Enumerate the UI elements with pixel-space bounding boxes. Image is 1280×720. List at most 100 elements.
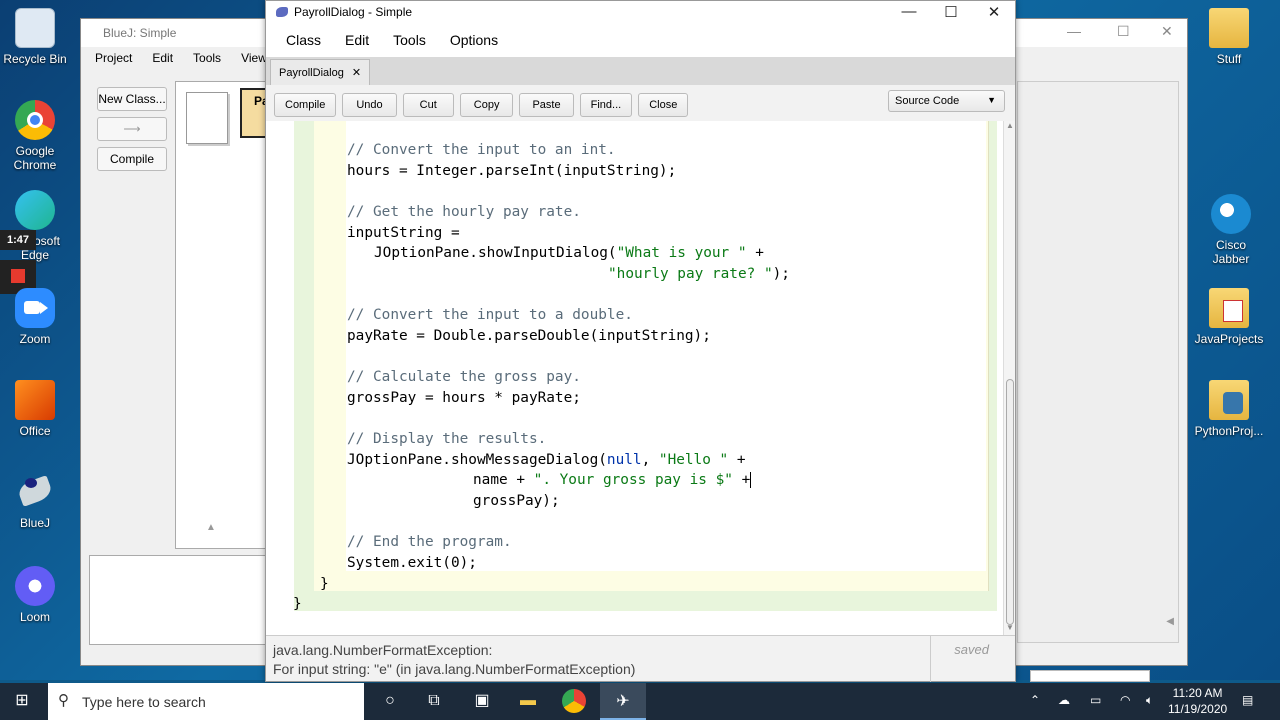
office-icon [15, 380, 55, 420]
bluej-taskbar-icon[interactable]: ✈ [600, 683, 646, 720]
paste-button[interactable]: Paste [519, 93, 574, 117]
tab-payrolldialog[interactable]: PayrollDialog ✕ [270, 59, 371, 85]
code-line: // Get the hourly pay rate. [347, 204, 581, 220]
code-line: // Convert the input to an int. [347, 142, 616, 158]
battery-icon[interactable]: ▭ [1090, 693, 1101, 707]
close-icon[interactable]: ✕ [1161, 23, 1173, 40]
desktop-icon-edge[interactable]: osoft Edge [0, 190, 70, 262]
cut-button[interactable]: Cut [402, 93, 454, 117]
editor-minimize-icon[interactable]: — [894, 3, 924, 20]
desktop-icon-stuff[interactable]: Stuff [1194, 8, 1264, 66]
find-button[interactable]: Find... [579, 93, 633, 117]
code-line: inputString = [347, 225, 460, 241]
code-line: JOptionPane.showInputDialog("What is you… [374, 245, 764, 261]
class-diagram[interactable]: Pa ▲ [175, 81, 280, 549]
code-line: hours = Integer.parseInt(inputString); [347, 163, 677, 179]
cortana-icon[interactable]: ○ [378, 689, 402, 713]
onedrive-icon[interactable]: ☁ [1058, 693, 1070, 707]
menu-options[interactable]: Options [450, 32, 498, 48]
search-placeholder: Type here to search [82, 693, 206, 710]
menu-project[interactable]: Project [95, 51, 132, 65]
editor-window[interactable]: PayrollDialog - Simple — ☐ ✕ Class Edit … [265, 0, 1016, 682]
editor-tab-strip: PayrollDialog ✕ [266, 57, 1015, 85]
code-line: grossPay); [473, 493, 560, 509]
arrow-button[interactable]: ⟶ [97, 117, 167, 141]
bluej-title: BlueJ: Simple [103, 26, 177, 40]
bluej-compile-button[interactable]: Compile [97, 147, 167, 171]
desktop-icon-chrome[interactable]: Google Chrome [0, 100, 70, 172]
chrome-taskbar-icon[interactable] [562, 689, 586, 713]
volume-icon[interactable]: 🔈︎ [1146, 693, 1153, 708]
editor-close-icon[interactable]: ✕ [979, 3, 1009, 21]
chevron-up-icon[interactable]: ⌃ [1030, 693, 1040, 707]
recording-timer: 1:47 [0, 230, 36, 250]
menu-tools[interactable]: Tools [193, 51, 221, 65]
desktop-icon-recycle-bin[interactable]: Recycle Bin [0, 8, 70, 66]
bluej-right-panel: ◀ [1017, 81, 1179, 682]
desktop-icon-zoom[interactable]: Zoom [0, 288, 70, 346]
undo-button[interactable]: Undo [342, 93, 397, 117]
scroll-down-icon[interactable]: ▼ [1006, 623, 1014, 632]
vertical-scrollbar[interactable]: ▲ ▼ [1003, 121, 1015, 635]
code-line: } [293, 596, 302, 612]
desktop-icon-bluej[interactable]: BlueJ [0, 472, 70, 530]
desktop-icon-pythonprojects[interactable]: PythonProj... [1194, 380, 1264, 438]
minimize-icon[interactable]: — [1067, 23, 1081, 39]
triangle-up-icon: ▲ [206, 522, 216, 533]
text-caret [750, 472, 752, 488]
notifications-icon[interactable]: ▤ [1242, 693, 1253, 707]
recycle-bin-icon [15, 8, 55, 48]
new-class-button[interactable]: New Class... [97, 87, 167, 111]
stop-icon [11, 269, 25, 283]
zoom-icon [15, 288, 55, 328]
menu-edit[interactable]: Edit [345, 32, 369, 48]
readme-icon[interactable] [186, 92, 228, 144]
file-explorer-icon[interactable]: ▬ [516, 689, 540, 713]
loom-icon [15, 566, 55, 606]
view-select-value: Source Code [895, 95, 960, 107]
desktop-icon-office[interactable]: Office [0, 380, 70, 438]
close-button[interactable]: Close [638, 93, 689, 117]
code-editor[interactable]: // Convert the input to an int. hours = … [266, 121, 1003, 635]
desktop-icon-javaprojects[interactable]: JavaProjects [1194, 288, 1264, 346]
code-line: // End the program. [347, 534, 512, 550]
taskbar-search-box[interactable]: ⚲ Type here to search [48, 683, 364, 720]
chevron-down-icon: ▼ [987, 95, 996, 105]
store-icon[interactable]: ▣ [470, 689, 494, 713]
menu-edit[interactable]: Edit [152, 51, 173, 65]
status-bar: java.lang.NumberFormatException: For inp… [266, 635, 1015, 682]
menu-view[interactable]: View [241, 51, 267, 65]
view-select[interactable]: Source Code ▼ [888, 90, 1005, 112]
code-line: // Display the results. [347, 431, 547, 447]
taskbar-clock[interactable]: 11:20 AM 11/19/2020 [1168, 685, 1227, 717]
desktop-icon-loom[interactable]: Loom [0, 566, 70, 624]
code-line: JOptionPane.showMessageDialog(null, "Hel… [347, 452, 746, 468]
edge-icon [15, 190, 55, 230]
scrollbar-thumb[interactable] [1006, 379, 1014, 625]
maximize-icon[interactable]: ☐ [1117, 23, 1130, 40]
editor-title-bar: PayrollDialog - Simple — ☐ ✕ [266, 1, 1015, 23]
menu-tools[interactable]: Tools [393, 32, 426, 48]
scroll-up-icon[interactable]: ▲ [1006, 121, 1014, 130]
copy-button[interactable]: Copy [459, 93, 514, 117]
taskbar: ⊞ ⚲ Type here to search ○ ⧉ ▣ ▬ ✈ ⌃ ☁ ▭ … [0, 683, 1280, 720]
code-line: // Convert the input to a double. [347, 307, 633, 323]
bluej-icon [15, 472, 55, 512]
code-line: System.exit(0); [347, 555, 477, 571]
desktop-icon-cisco-jabber[interactable]: Cisco Jabber [1196, 194, 1266, 266]
chrome-icon [15, 100, 55, 140]
search-icon: ⚲ [58, 692, 69, 709]
compile-button[interactable]: Compile [274, 93, 337, 117]
editor-maximize-icon[interactable]: ☐ [936, 3, 966, 21]
jabber-icon [1211, 194, 1251, 234]
tab-close-icon[interactable]: ✕ [352, 66, 361, 79]
clock-date: 11/19/2020 [1168, 702, 1228, 716]
windows-start-icon[interactable]: ⊞ [10, 689, 34, 713]
wifi-icon[interactable]: ◠ [1120, 693, 1130, 707]
clock-time: 11:20 AM [1172, 686, 1223, 700]
task-view-icon[interactable]: ⧉ [422, 689, 446, 713]
progress-bar [1030, 670, 1150, 682]
saved-indicator: saved [954, 642, 989, 657]
menu-class[interactable]: Class [286, 32, 321, 48]
code-line: payRate = Double.parseDouble(inputString… [347, 328, 711, 344]
